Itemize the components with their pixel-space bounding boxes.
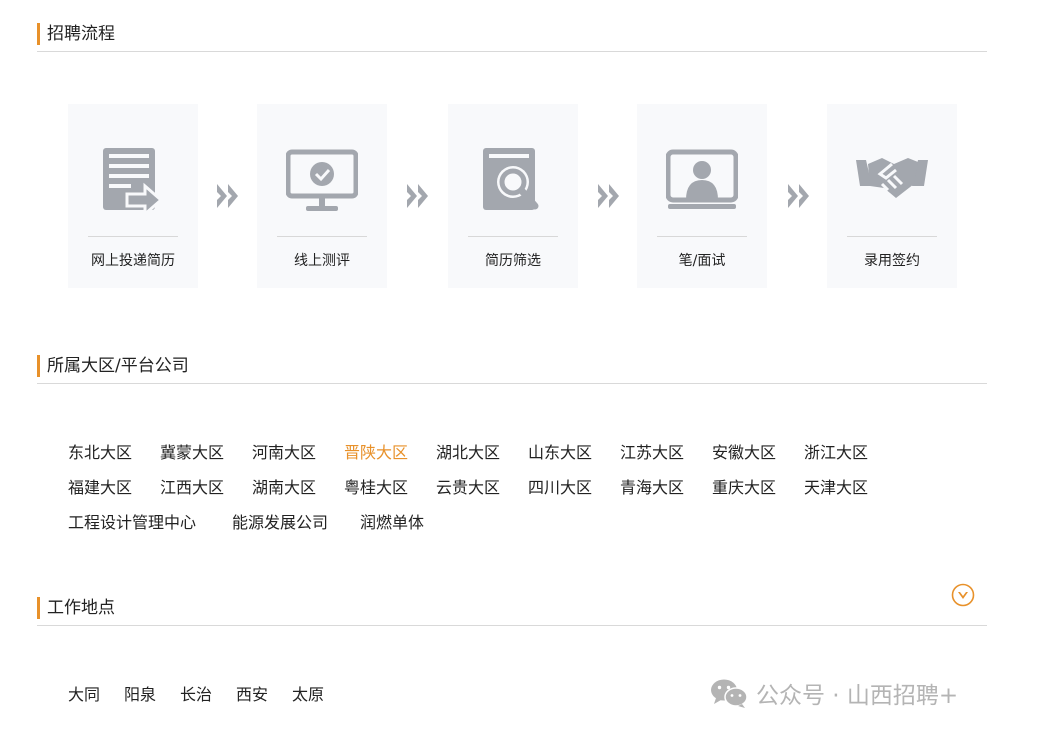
location-section-header: 工作地点 <box>37 583 987 626</box>
wechat-icon <box>711 679 748 708</box>
step-divider <box>847 236 937 237</box>
process-step-apply: 网上投递简历 <box>68 104 198 288</box>
region-link[interactable]: 湖北大区 <box>436 443 500 463</box>
watermark-text: 公众号 · 山西招聘+ <box>756 683 959 709</box>
region-link-selected[interactable]: 晋陕大区 <box>344 443 408 463</box>
process-step-interview: 笔/面试 <box>637 104 767 288</box>
interview-icon <box>666 149 738 209</box>
step-label: 简历筛选 <box>485 253 541 269</box>
region-link[interactable]: 福建大区 <box>68 478 132 498</box>
region-link[interactable]: 云贵大区 <box>436 478 500 498</box>
region-link[interactable]: 工程设计管理中心 <box>68 513 196 533</box>
region-link[interactable]: 安徽大区 <box>712 443 776 463</box>
step-divider <box>468 236 558 237</box>
section-accent-bar <box>37 23 40 45</box>
expand-chevron-down-icon[interactable] <box>951 583 975 607</box>
region-link[interactable]: 江西大区 <box>160 478 224 498</box>
region-link[interactable]: 粤桂大区 <box>344 478 408 498</box>
double-chevron-right-icon <box>598 184 619 208</box>
location-link[interactable]: 长治 <box>180 685 212 705</box>
region-link[interactable]: 江苏大区 <box>620 443 684 463</box>
region-link[interactable]: 浙江大区 <box>804 443 868 463</box>
region-link[interactable]: 东北大区 <box>68 443 132 463</box>
resume-submit-icon <box>103 148 164 216</box>
double-chevron-right-icon <box>788 184 809 208</box>
step-divider <box>88 236 178 237</box>
region-link[interactable]: 冀蒙大区 <box>160 443 224 463</box>
double-chevron-right-icon <box>407 184 428 208</box>
process-section-title: 招聘流程 <box>47 24 115 44</box>
region-link[interactable]: 重庆大区 <box>712 478 776 498</box>
region-link[interactable]: 青海大区 <box>620 478 684 498</box>
location-link[interactable]: 太原 <box>292 685 324 705</box>
region-link[interactable]: 湖南大区 <box>252 478 316 498</box>
handshake-icon <box>856 158 928 198</box>
section-accent-bar <box>37 355 40 377</box>
step-label: 录用签约 <box>864 253 920 269</box>
double-chevron-right-icon <box>217 184 238 208</box>
step-label: 网上投递简历 <box>91 253 175 269</box>
process-step-screening: 简历筛选 <box>448 104 578 288</box>
section-accent-bar <box>37 597 40 619</box>
region-link[interactable]: 能源发展公司 <box>232 513 328 533</box>
region-link[interactable]: 河南大区 <box>252 443 316 463</box>
step-label: 笔/面试 <box>678 253 726 269</box>
region-link[interactable]: 山东大区 <box>528 443 592 463</box>
region-section-header: 所属大区/平台公司 <box>37 353 987 384</box>
location-section-title: 工作地点 <box>47 598 115 618</box>
process-step-signing: 录用签约 <box>827 104 957 288</box>
wechat-watermark: 公众号 · 山西招聘+ <box>710 676 958 710</box>
step-divider <box>277 236 367 237</box>
location-link[interactable]: 西安 <box>236 685 268 705</box>
region-link[interactable]: 润燃单体 <box>360 513 424 533</box>
region-link[interactable]: 天津大区 <box>804 478 868 498</box>
resume-screen-icon <box>483 148 539 210</box>
online-test-icon <box>286 149 358 211</box>
region-link[interactable]: 四川大区 <box>528 478 592 498</box>
location-link[interactable]: 阳泉 <box>124 685 156 705</box>
location-link[interactable]: 大同 <box>68 685 100 705</box>
process-step-online-test: 线上测评 <box>257 104 387 288</box>
step-divider <box>657 236 747 237</box>
step-label: 线上测评 <box>294 253 350 269</box>
region-section-title: 所属大区/平台公司 <box>47 356 189 376</box>
process-section-header: 招聘流程 <box>37 21 987 52</box>
